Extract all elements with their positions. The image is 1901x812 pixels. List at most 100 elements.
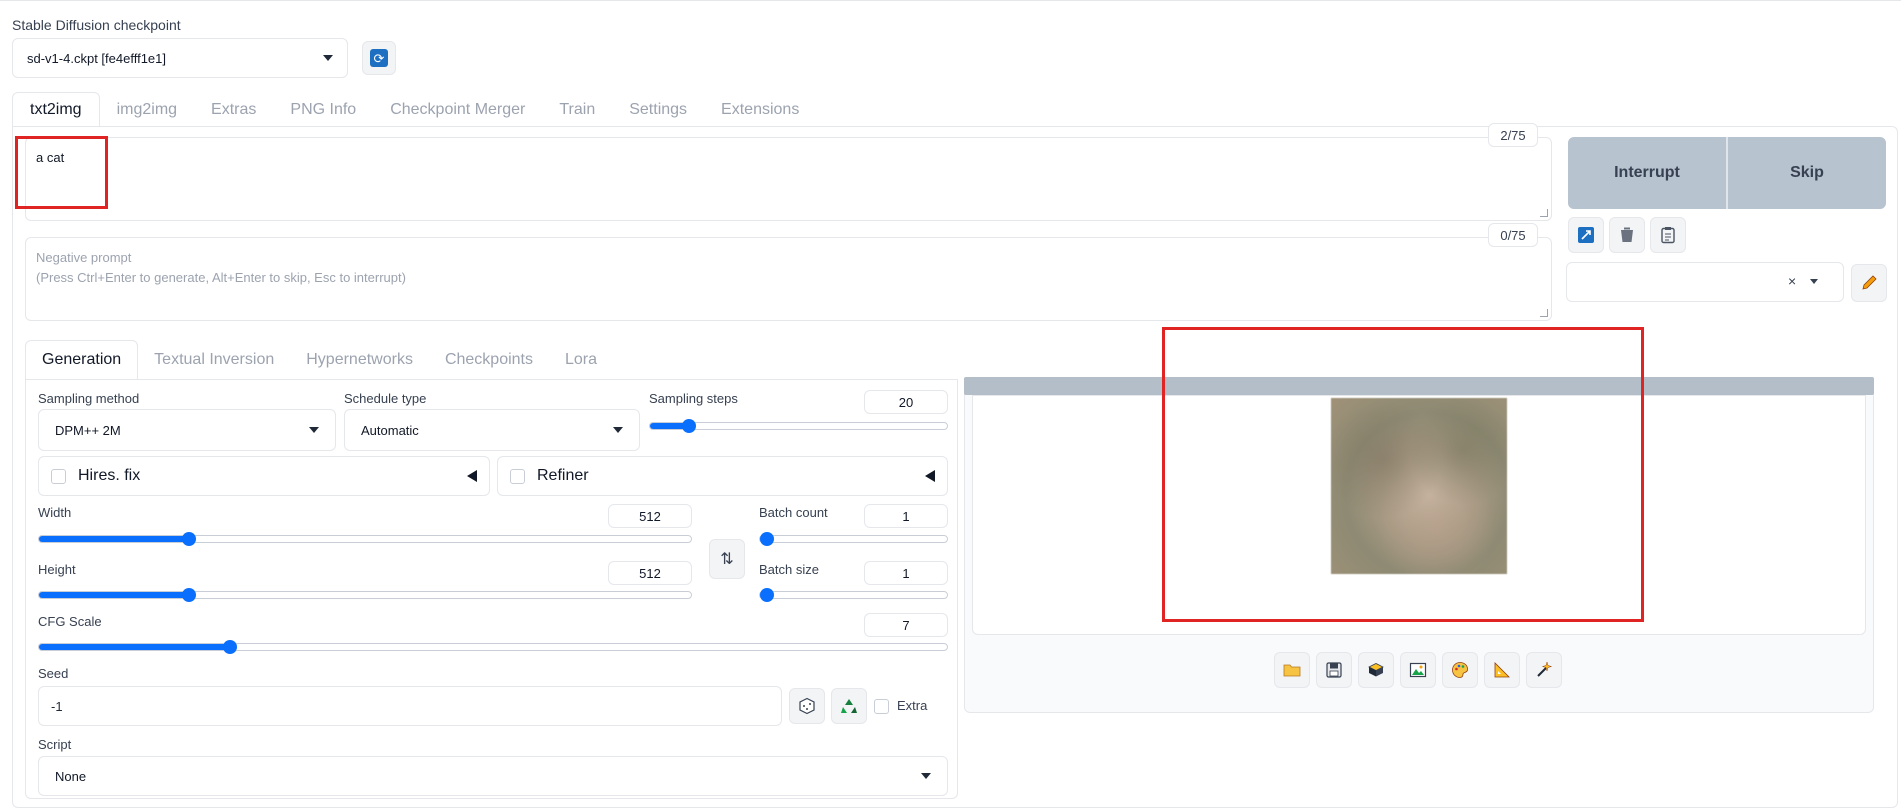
- hires-fix-label: Hires. fix: [78, 467, 141, 484]
- collapse-triangle-icon[interactable]: [467, 470, 477, 482]
- cfg-scale-label: CFG Scale: [38, 614, 102, 629]
- interrupt-button[interactable]: Interrupt: [1568, 137, 1726, 209]
- tab-png-info[interactable]: PNG Info: [273, 93, 373, 127]
- paste-button[interactable]: [1650, 217, 1686, 253]
- apply-styles-button[interactable]: [1568, 217, 1604, 253]
- tab-txt2img[interactable]: txt2img: [12, 92, 100, 127]
- script-value: None: [55, 768, 87, 784]
- cfg-scale-input[interactable]: 7: [864, 613, 948, 637]
- extra-seed-checkbox[interactable]: [874, 699, 889, 714]
- extra-networks-button[interactable]: [1526, 652, 1562, 688]
- tab-extensions[interactable]: Extensions: [704, 93, 816, 127]
- cfg-scale-slider[interactable]: [38, 640, 948, 654]
- send-to-extras-button[interactable]: [1484, 652, 1520, 688]
- edit-styles-button[interactable]: [1851, 264, 1887, 302]
- checkpoint-select[interactable]: sd-v1-4.ckpt [fe4efff1e1]: [12, 38, 348, 78]
- batch-size-slider[interactable]: [759, 588, 948, 602]
- schedule-type-select[interactable]: Automatic: [344, 409, 640, 451]
- zip-button[interactable]: [1358, 652, 1394, 688]
- extra-networks-tabs: Generation Textual Inversion Hypernetwor…: [25, 340, 613, 380]
- slider-thumb[interactable]: [760, 532, 774, 546]
- refresh-icon: ⟳: [370, 49, 388, 67]
- tab-checkpoint-merger[interactable]: Checkpoint Merger: [373, 93, 542, 127]
- resize-handle-icon[interactable]: [1540, 209, 1548, 217]
- send-to-img2img-button[interactable]: [1400, 652, 1436, 688]
- palette-icon: [1452, 662, 1468, 678]
- image-icon: [1409, 662, 1427, 678]
- prompt-textarea[interactable]: a cat: [25, 137, 1552, 221]
- refiner-label: Refiner: [537, 467, 589, 484]
- sparkle-icon: [1537, 661, 1553, 677]
- skip-button[interactable]: Skip: [1726, 137, 1886, 209]
- height-input[interactable]: 512: [608, 561, 692, 585]
- random-seed-button[interactable]: [789, 688, 825, 724]
- tab-img2img[interactable]: img2img: [100, 93, 194, 127]
- batch-size-label: Batch size: [759, 562, 819, 577]
- pencil-icon: [1862, 275, 1877, 290]
- refresh-checkpoints-button[interactable]: ⟳: [362, 41, 396, 75]
- slider-thumb[interactable]: [681, 419, 696, 433]
- negative-token-counter: 0/75: [1488, 223, 1538, 247]
- save-icon: [1326, 662, 1342, 678]
- clipboard-icon: [1661, 227, 1675, 244]
- checkbox-arrow-icon: [1578, 227, 1594, 243]
- height-slider[interactable]: [38, 588, 692, 602]
- slider-fill: [39, 536, 189, 542]
- collapse-triangle-icon[interactable]: [925, 470, 935, 482]
- dice-icon: [799, 697, 815, 715]
- save-button[interactable]: [1316, 652, 1352, 688]
- send-to-inpaint-button[interactable]: [1442, 652, 1478, 688]
- chevron-down-icon: [309, 427, 319, 433]
- resize-handle-icon[interactable]: [1540, 309, 1548, 317]
- batch-count-slider[interactable]: [759, 532, 948, 546]
- slider-thumb[interactable]: [222, 640, 237, 654]
- prompt-token-counter: 2/75: [1488, 123, 1538, 147]
- tab-extras[interactable]: Extras: [194, 93, 273, 127]
- refiner-accordion[interactable]: Refiner: [497, 456, 948, 496]
- schedule-type-label: Schedule type: [344, 391, 427, 406]
- width-slider[interactable]: [38, 532, 692, 546]
- checkpoint-label: Stable Diffusion checkpoint: [12, 17, 181, 33]
- negative-prompt-textarea[interactable]: Negative prompt (Press Ctrl+Enter to gen…: [25, 237, 1552, 321]
- tab-lora[interactable]: Lora: [549, 340, 613, 380]
- sampling-steps-slider[interactable]: [649, 419, 948, 433]
- chevron-down-icon: [921, 773, 931, 779]
- styles-select[interactable]: [1566, 262, 1844, 302]
- width-label: Width: [38, 505, 72, 520]
- batch-count-input[interactable]: 1: [864, 504, 948, 528]
- sampling-method-select[interactable]: DPM++ 2M: [38, 409, 336, 451]
- checkpoint-value: sd-v1-4.ckpt [fe4efff1e1]: [27, 50, 166, 66]
- clear-prompt-button[interactable]: [1609, 217, 1645, 253]
- slider-thumb[interactable]: [760, 588, 774, 602]
- slider-thumb[interactable]: [181, 532, 196, 546]
- tab-settings[interactable]: Settings: [612, 93, 704, 127]
- seed-label: Seed: [38, 666, 69, 681]
- ruler-icon: [1494, 662, 1510, 678]
- hires-fix-accordion[interactable]: Hires. fix: [38, 456, 490, 496]
- refiner-checkbox[interactable]: [510, 468, 525, 484]
- batch-size-input[interactable]: 1: [864, 561, 948, 585]
- extra-seed-label: Extra: [897, 698, 928, 713]
- highlight-box-prompt: [15, 136, 108, 209]
- trash-icon: [1621, 227, 1633, 242]
- script-select[interactable]: None: [38, 756, 948, 796]
- clear-icon[interactable]: ×: [1788, 273, 1796, 289]
- tab-train[interactable]: Train: [542, 93, 612, 127]
- seed-value: -1: [51, 698, 63, 714]
- tab-checkpoints[interactable]: Checkpoints: [429, 340, 549, 380]
- reuse-seed-button[interactable]: [831, 688, 867, 724]
- hires-fix-checkbox[interactable]: [51, 468, 66, 484]
- swap-arrows-icon: ⇅: [720, 551, 734, 568]
- seed-input[interactable]: -1: [38, 686, 782, 726]
- tab-hypernetworks[interactable]: Hypernetworks: [290, 340, 429, 380]
- output-toolbar: [1274, 652, 1562, 688]
- tab-generation[interactable]: Generation: [25, 340, 139, 380]
- swap-dimensions-button[interactable]: ⇅: [709, 539, 745, 579]
- open-folder-button[interactable]: [1274, 652, 1310, 688]
- slider-thumb[interactable]: [181, 588, 196, 602]
- tab-textual-inversion[interactable]: Textual Inversion: [138, 340, 290, 380]
- sampling-steps-label: Sampling steps: [649, 391, 738, 406]
- main-tabs: txt2img img2img Extras PNG Info Checkpoi…: [12, 92, 816, 127]
- width-input[interactable]: 512: [608, 504, 692, 528]
- sampling-steps-input[interactable]: 20: [864, 390, 948, 414]
